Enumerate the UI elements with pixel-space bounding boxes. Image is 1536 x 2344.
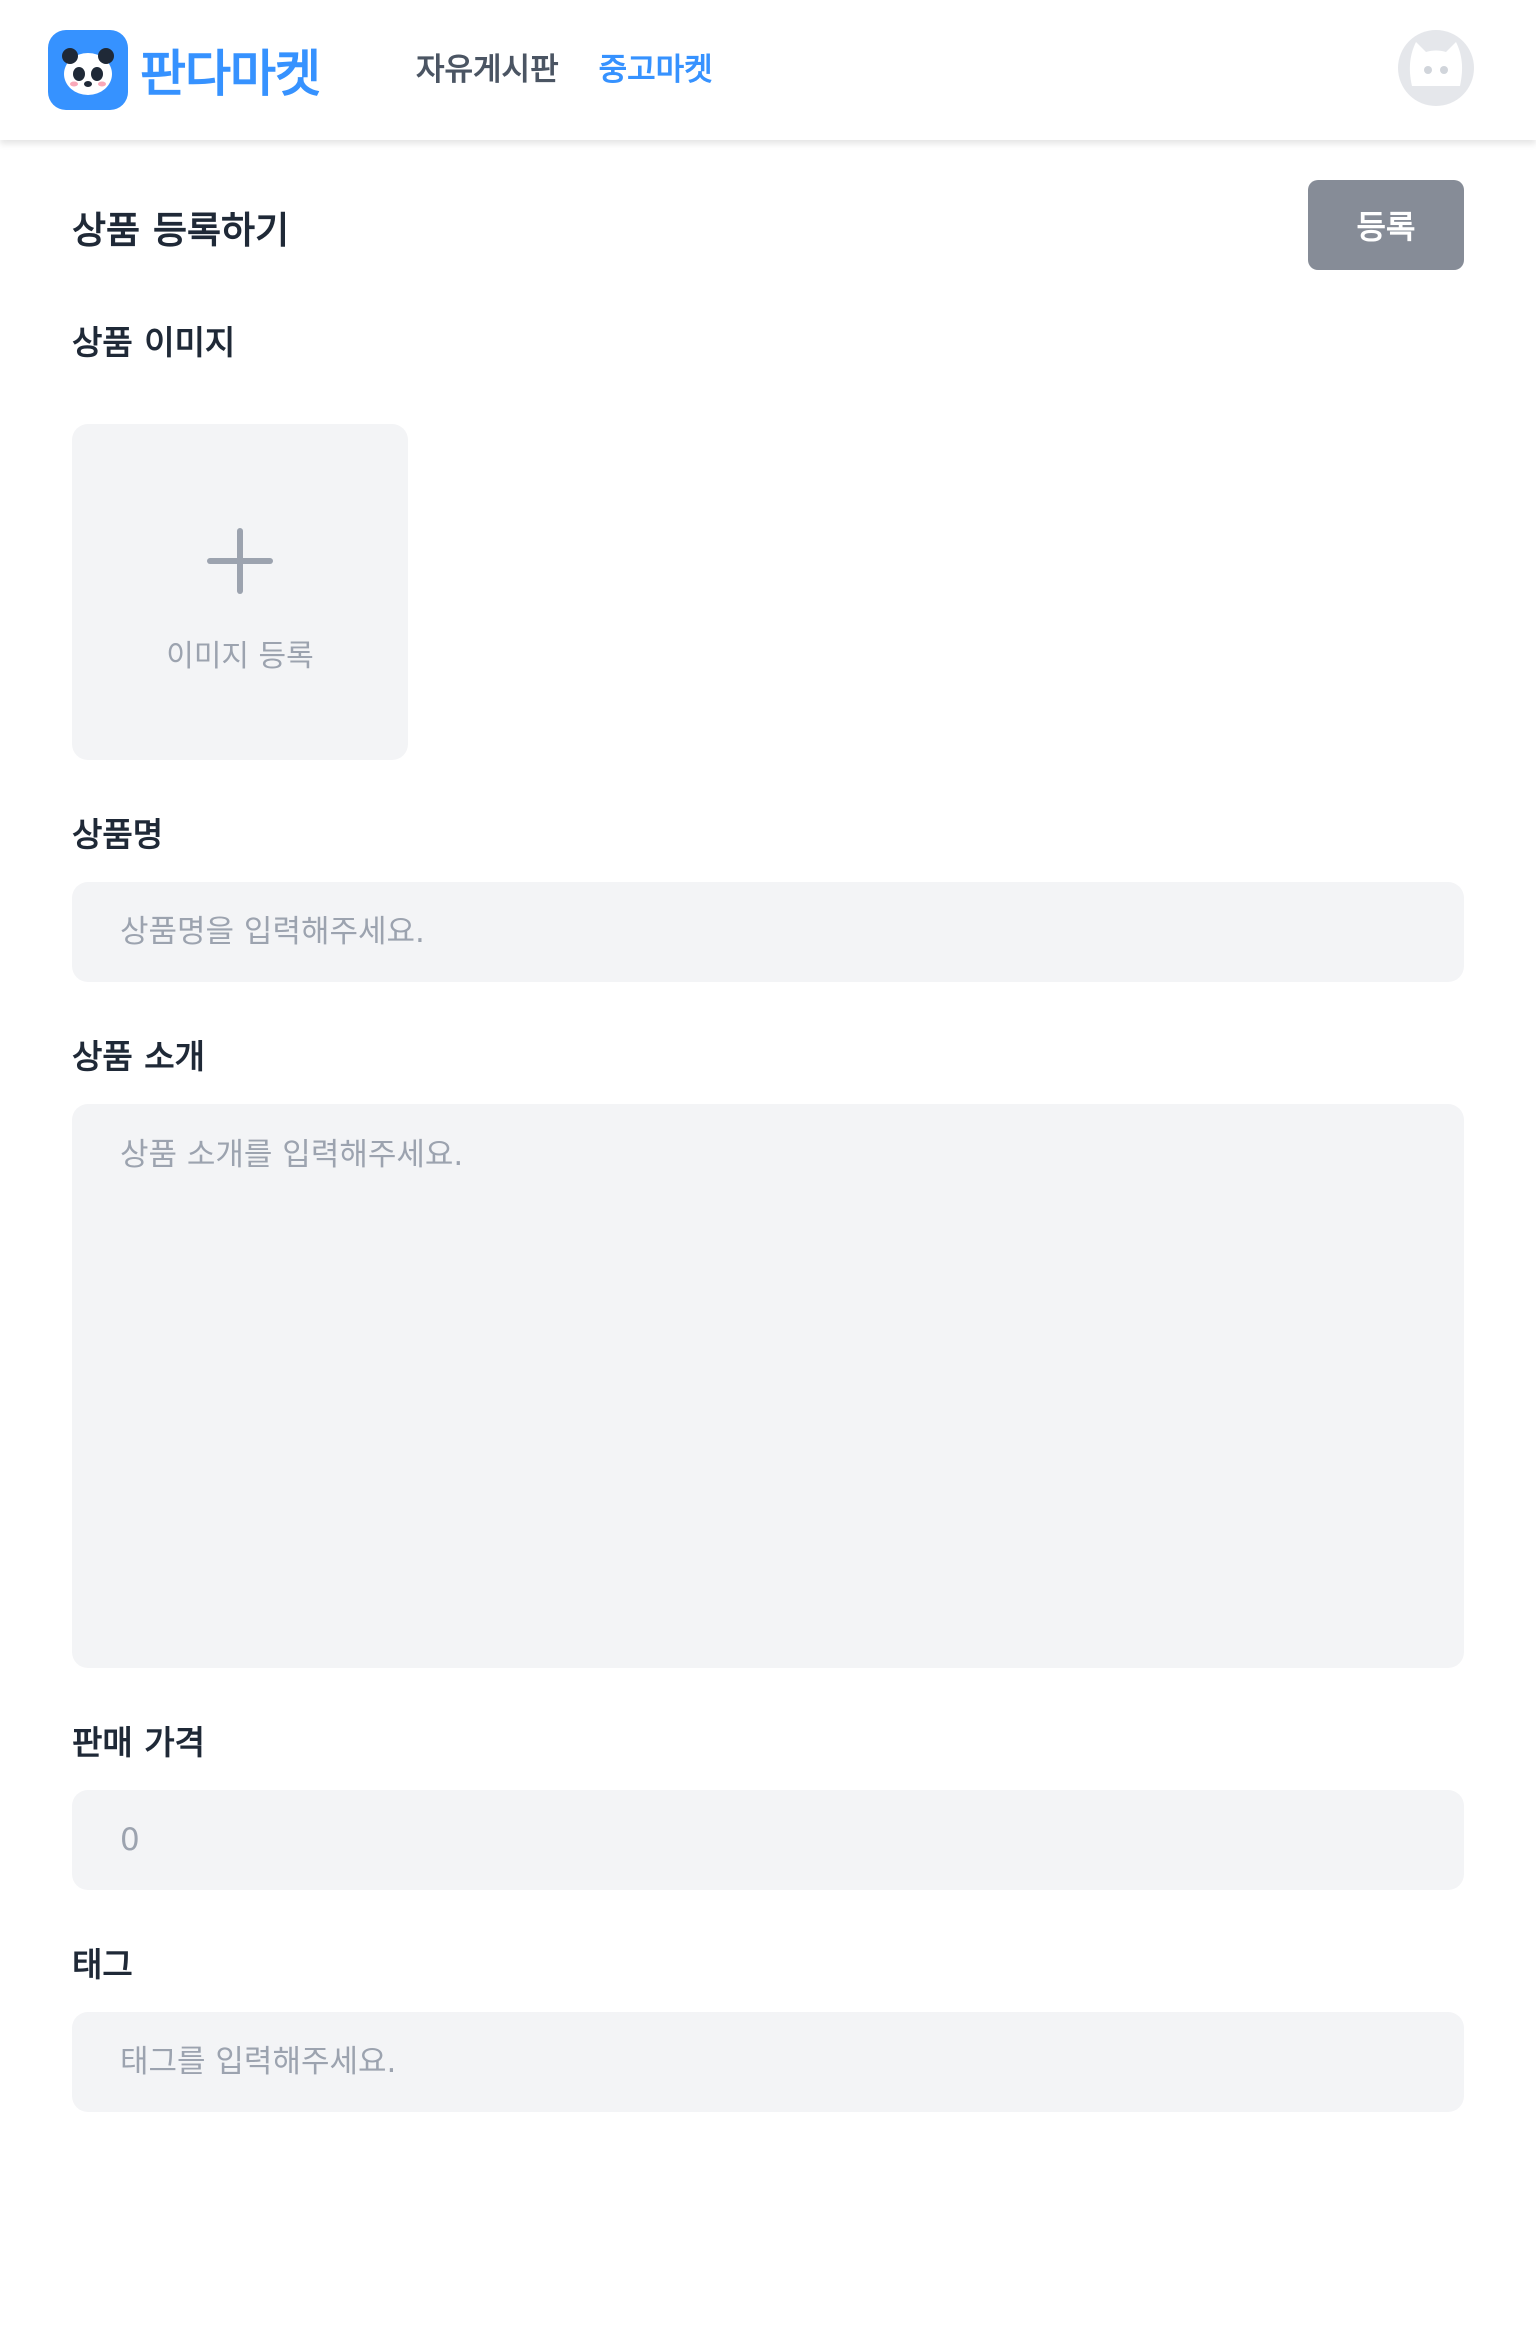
image-upload-label: 이미지 등록	[166, 639, 314, 674]
nav-free-board[interactable]: 자유게시판	[416, 44, 559, 89]
plus-icon	[207, 528, 273, 594]
logo-home-link[interactable]: 판다마켓	[48, 30, 321, 110]
image-upload-button[interactable]: 이미지 등록	[72, 424, 408, 760]
panda-logo-icon	[48, 30, 128, 110]
user-avatar[interactable]	[1396, 28, 1476, 108]
price-label: 판매 가격	[72, 1723, 205, 1762]
submit-button[interactable]: 등록	[1308, 180, 1464, 270]
logo-text: 판다마켓	[140, 45, 321, 103]
page-title: 상품 등록하기	[72, 209, 290, 252]
price-input[interactable]	[72, 1790, 1464, 1890]
user-avatar-icon	[1398, 30, 1474, 106]
main-nav: 자유게시판 중고마켓	[416, 44, 713, 89]
product-description-label: 상품 소개	[72, 1037, 205, 1076]
tags-label: 태그	[72, 1945, 133, 1984]
tags-input[interactable]	[72, 2012, 1464, 2112]
top-header: 판다마켓 자유게시판 중고마켓	[0, 0, 1536, 140]
product-name-label: 상품명	[72, 815, 164, 854]
product-name-input[interactable]	[72, 882, 1464, 982]
nav-used-market[interactable]: 중고마켓	[599, 44, 713, 89]
image-section-label: 상품 이미지	[72, 323, 236, 362]
product-description-textarea[interactable]	[72, 1104, 1464, 1668]
